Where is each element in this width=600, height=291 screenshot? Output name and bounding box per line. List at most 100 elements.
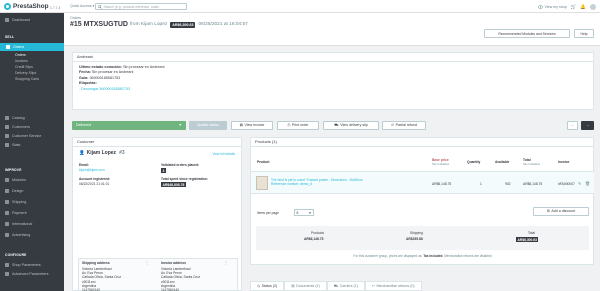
invoice-more-icon[interactable]: ⋮: [224, 260, 228, 265]
advanced-settings-icon: [5, 271, 9, 276]
next-order-button[interactable]: →: [581, 121, 594, 130]
customer-name-row: 👤 Kijam Lopez #3: [79, 150, 125, 156]
tab-merchandise-returns[interactable]: ↩ Merchandise returns (0): [364, 281, 422, 291]
search-input[interactable]: Search (e.g.: product reference, custo: [95, 3, 187, 10]
account-registered-label: Account registered:: [79, 177, 111, 181]
partial-refund-button[interactable]: ↺ Partial refund: [382, 121, 426, 130]
view-invoice-button[interactable]: ▤ View invoice: [231, 121, 273, 130]
sidebar-subitem-shopping-carts[interactable]: Shopping Carts: [15, 77, 39, 81]
page-title: #15 MTXSUGTUD from Kijam Lopez AR$6,300.…: [70, 21, 248, 28]
sidebar-item-customers[interactable]: Customers: [0, 123, 64, 131]
andreani-title: Andreani: [73, 53, 593, 62]
cart-icon: [6, 44, 10, 49]
help-button[interactable]: Help: [574, 29, 594, 38]
order-status-select[interactable]: Delivered ▼: [72, 121, 186, 130]
sidebar-item-stats[interactable]: Stats: [0, 141, 64, 149]
delete-product-icon[interactable]: 🗑: [585, 181, 590, 186]
sidebar-item-payment[interactable]: Payment: [0, 209, 64, 217]
sidebar-subitem-orders[interactable]: Orders: [15, 53, 26, 57]
shipping-address-title: Shipping address: [82, 261, 110, 265]
products-title: Products (1): [251, 138, 593, 147]
arrow-right-icon: →: [585, 123, 590, 128]
puzzle-icon: [5, 177, 9, 182]
edit-product-icon[interactable]: ✎: [578, 181, 581, 186]
notifications-icon[interactable]: 🔔: [580, 4, 586, 10]
customers-icon: [5, 124, 9, 129]
truck-icon: ⛟: [333, 283, 339, 288]
order-customer: from Kijam Lopez: [129, 22, 168, 27]
items-per-page-select[interactable]: 8 ▼: [294, 209, 314, 216]
truck-icon: ⛟: [334, 122, 339, 127]
sidebar-item-label: Shipping: [12, 199, 27, 204]
product-price: AR$6,148.75: [432, 182, 452, 186]
version-label: 1.7.7.4: [50, 5, 61, 10]
summary-shipping-label: Shipping: [410, 231, 423, 235]
avatar[interactable]: [590, 3, 596, 10]
sidebar-item-shop-parameters[interactable]: Shop Parameters: [0, 261, 64, 269]
col-total-sub: Tax included: [523, 162, 540, 166]
sidebar-item-label: International: [12, 221, 33, 226]
breadcrumb[interactable]: Orders: [70, 16, 81, 20]
sidebar-item-orders[interactable]: Orders: [0, 43, 64, 51]
sidebar-item-label: Shop Parameters: [12, 262, 41, 267]
cart-icon[interactable]: 🛒: [571, 4, 577, 10]
summary-products-label: Products: [311, 231, 325, 235]
tab-status[interactable]: ◷ Status (2): [250, 281, 285, 291]
col-product: Product: [257, 160, 270, 164]
view-shop-link[interactable]: View my shop: [538, 5, 567, 9]
clock-icon: ◷: [257, 284, 261, 288]
sidebar-subitem-delivery-slips[interactable]: Delivery Slips: [15, 71, 36, 75]
invoice-icon: ▤: [239, 123, 243, 128]
sidebar-item-design[interactable]: Design: [0, 187, 64, 195]
sidebar-item-shipping[interactable]: Shipping: [0, 198, 64, 206]
order-status-value: Delivered: [76, 123, 92, 128]
sidebar-item-dashboard[interactable]: Dashboard: [0, 16, 64, 24]
add-discount-button[interactable]: ⊞ Add a discount: [533, 207, 589, 216]
sidebar-item-catalog[interactable]: Catalog: [0, 114, 64, 122]
sidebar-item-label: Advertising: [12, 232, 31, 237]
items-per-page-label: Items per page: [257, 211, 279, 215]
customer-id: #3: [119, 150, 125, 156]
view-full-details-link[interactable]: View full details: [212, 152, 235, 156]
sidebar-item-international[interactable]: International: [0, 220, 64, 228]
shipping-more-icon[interactable]: ⋮: [145, 260, 149, 265]
download-label-link[interactable]: - Descargar 360000185581753: [79, 87, 164, 92]
stats-icon: [5, 142, 9, 147]
sidebar-subitem-invoices[interactable]: Invoices: [15, 59, 28, 63]
products-panel: Products (1) Product Base price Tax incl…: [250, 137, 594, 265]
sidebar-item-advanced-parameters[interactable]: Advanced Parameters: [0, 270, 64, 278]
print-order-button[interactable]: ⎙ Print order: [277, 121, 319, 130]
sidebar-item-label: Dashboard: [12, 17, 31, 22]
summary-products-value: AR$6,148.75: [304, 237, 324, 241]
quick-access-menu[interactable]: Quick Access ▾: [70, 4, 94, 8]
sidebar-item-customer-service[interactable]: Customer Service: [0, 132, 64, 140]
update-status-button[interactable]: Update status: [189, 121, 227, 130]
search-placeholder: Search (e.g.: product reference, custo: [103, 4, 159, 9]
order-tabs: ◷ Status (2) ▤ Documents (2) ⛟ Carriers (1)…: [250, 281, 422, 291]
price-display-note: For this customer group, prices are disp…: [353, 254, 492, 258]
andreani-panel: Andreani Ultimo estado conocido: Sin pro…: [72, 52, 594, 110]
order-reference: #15 MTXSUGTUD: [70, 21, 128, 28]
sidebar-subitem-credit-slips[interactable]: Credit Slips: [15, 65, 33, 69]
dashboard-icon: [5, 17, 9, 22]
document-icon: ▤: [291, 284, 295, 288]
sidebar-item-modules[interactable]: Modules: [0, 176, 64, 184]
customer-email[interactable]: kijam@kijam.com: [79, 168, 105, 172]
catalog-icon: [5, 115, 9, 120]
col-quantity: Quantity: [467, 160, 481, 164]
tab-documents[interactable]: ▤ Documents (2): [284, 281, 327, 291]
view-shop-label: View my shop: [544, 4, 567, 9]
user-icon: 👤: [79, 150, 85, 155]
col-invoice: Invoice: [558, 160, 570, 164]
prestashop-logo[interactable]: PrestaShop 1.7.7.4: [4, 2, 60, 11]
previous-order-button[interactable]: ←: [567, 121, 578, 130]
sidebar-item-label: Advanced Parameters: [12, 271, 49, 276]
sidebar-item-advertising[interactable]: Advertising: [0, 231, 64, 239]
invoice-address-title: Invoice address: [161, 261, 186, 265]
tab-carriers[interactable]: ⛟ Carriers (1): [326, 281, 365, 291]
top-bar: PrestaShop 1.7.7.4 Quick Access ▾ Search…: [0, 0, 600, 13]
settings-icon: [5, 262, 9, 267]
order-datetime: 06/25/2021 at 16:04:57: [198, 22, 248, 27]
recommended-modules-button[interactable]: Recommended Modules and Services: [484, 29, 570, 38]
view-delivery-slip-button[interactable]: ⛟ View delivery slip: [323, 121, 379, 130]
